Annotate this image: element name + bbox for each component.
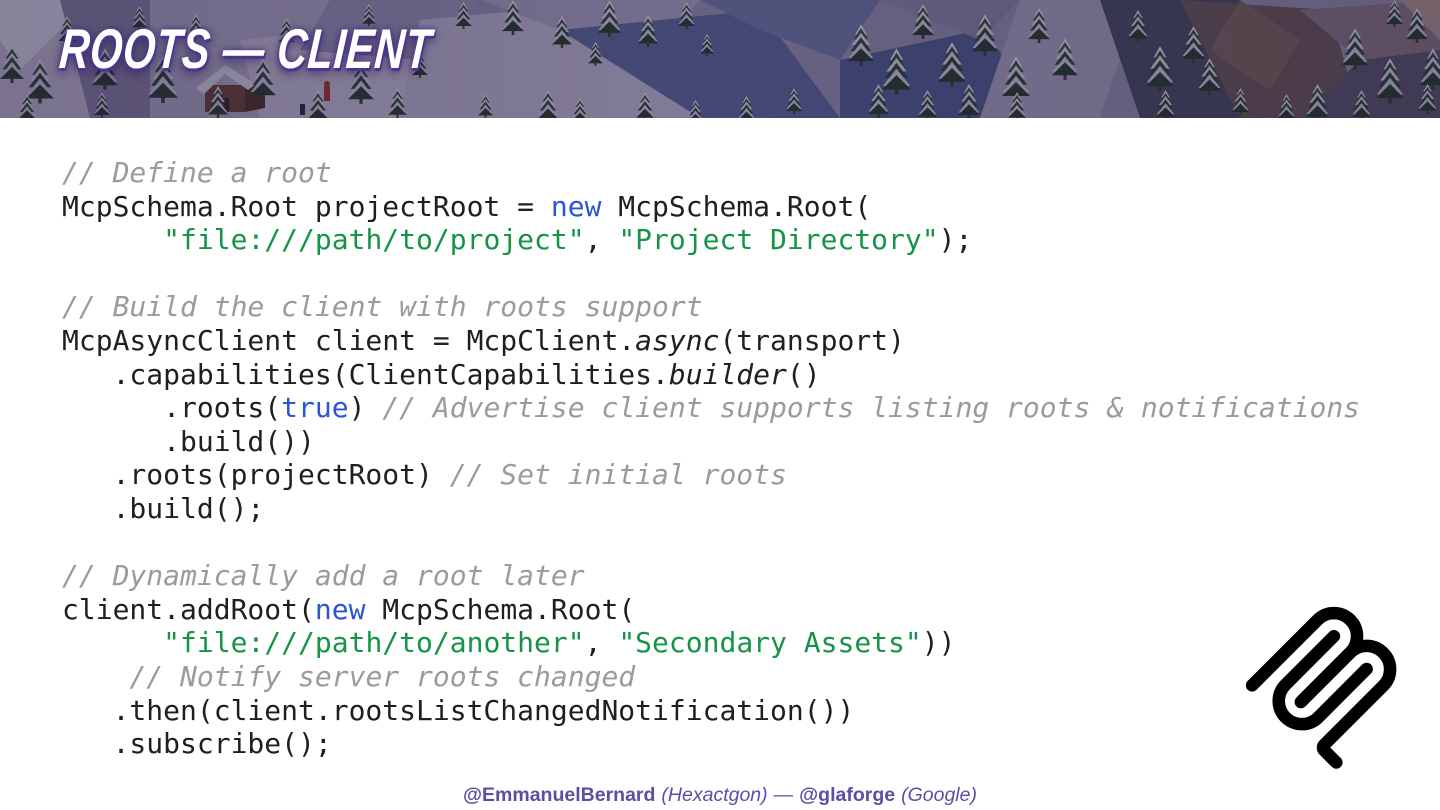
code-token: (transport) bbox=[719, 323, 905, 357]
code-token: .build()) bbox=[62, 424, 315, 458]
code-token: client.addRoot( bbox=[62, 592, 315, 626]
code-token: McpSchema.Root( bbox=[601, 189, 872, 223]
code-token: .roots(projectRoot) bbox=[62, 458, 450, 492]
code-token: true bbox=[281, 391, 349, 425]
code-token: // Advertise client supports listing roo… bbox=[382, 391, 1361, 425]
author1-org: (Hexactgon) bbox=[661, 784, 768, 806]
code-token: )) bbox=[921, 626, 956, 660]
code-token: ) bbox=[348, 391, 383, 425]
code-token: .then(client.rootsListChangedNotificatio… bbox=[62, 693, 855, 727]
code-token: // Build the client with roots support bbox=[62, 290, 703, 324]
code-token: .capabilities(ClientCapabilities. bbox=[62, 357, 669, 391]
code-line: // Notify server roots changed bbox=[62, 660, 1360, 694]
code-line: .roots(true) // Advertise client support… bbox=[62, 391, 1360, 425]
code-line: // Dynamically add a root later bbox=[62, 559, 1360, 593]
code-line: .subscribe(); bbox=[62, 727, 1360, 761]
code-line: // Build the client with roots support bbox=[62, 290, 1360, 324]
code-token: McpSchema.Root projectRoot = bbox=[62, 189, 551, 223]
code-line: .build()) bbox=[62, 425, 1360, 459]
code-token: new bbox=[550, 189, 602, 223]
code-token: "file:///path/to/project" bbox=[163, 223, 585, 257]
code-line: .roots(projectRoot) // Set initial roots bbox=[62, 458, 1360, 492]
mcp-logo-icon bbox=[1245, 606, 1397, 769]
author1-handle: @EmmanuelBernard bbox=[463, 784, 656, 806]
code-line: .capabilities(ClientCapabilities.builder… bbox=[62, 358, 1360, 392]
code-token: // Set initial roots bbox=[449, 458, 787, 492]
code-token: "Secondary Assets" bbox=[618, 626, 922, 660]
code-token: ); bbox=[938, 223, 973, 257]
code-line: .build(); bbox=[62, 492, 1360, 526]
code-token: "file:///path/to/another" bbox=[163, 626, 585, 660]
code-line: client.addRoot(new McpSchema.Root( bbox=[62, 593, 1360, 627]
code-line: .then(client.rootsListChangedNotificatio… bbox=[62, 694, 1360, 728]
footer-credits: @EmmanuelBernard (Hexactgon) — @glaforge (Go… bbox=[0, 784, 1440, 807]
code-line: McpSchema.Root projectRoot = new McpSche… bbox=[62, 190, 1360, 224]
slide-title: Roots — Client bbox=[57, 17, 435, 80]
code-token: // Define a root bbox=[62, 156, 332, 189]
code-token: , bbox=[584, 223, 619, 257]
footer-separator: — bbox=[773, 784, 794, 806]
code-token: McpSchema.Root( bbox=[365, 592, 636, 626]
code-token: builder bbox=[668, 357, 787, 391]
code-line: "file:///path/to/another", "Secondary As… bbox=[62, 626, 1360, 660]
code-block: // Define a root McpSchema.Root projectRo… bbox=[62, 156, 1360, 761]
code-token: "Project Directory" bbox=[618, 223, 939, 257]
code-line: "file:///path/to/project", "Project Dire… bbox=[62, 223, 1360, 257]
code-token: McpAsyncClient client = McpClient. bbox=[62, 323, 636, 357]
code-token: .build(); bbox=[62, 491, 265, 525]
code-token: () bbox=[786, 357, 821, 391]
author2-handle: @glaforge bbox=[799, 784, 896, 806]
code-line: // Define a root bbox=[62, 156, 1360, 190]
code-token: async bbox=[635, 323, 720, 357]
header-banner: Roots — Client bbox=[0, 0, 1440, 118]
code-token: .subscribe(); bbox=[62, 727, 332, 761]
code-token: new bbox=[314, 592, 366, 626]
code-token: , bbox=[584, 626, 619, 660]
author2-org: (Google) bbox=[901, 784, 977, 806]
slide: Roots — Client // Define a root McpSchema… bbox=[0, 0, 1440, 810]
code-token: .roots( bbox=[62, 391, 282, 425]
code-token: // Notify server roots changed bbox=[129, 659, 636, 693]
code-token: // Dynamically add a root later bbox=[62, 559, 585, 593]
code-line: McpAsyncClient client = McpClient.async(… bbox=[62, 324, 1360, 358]
